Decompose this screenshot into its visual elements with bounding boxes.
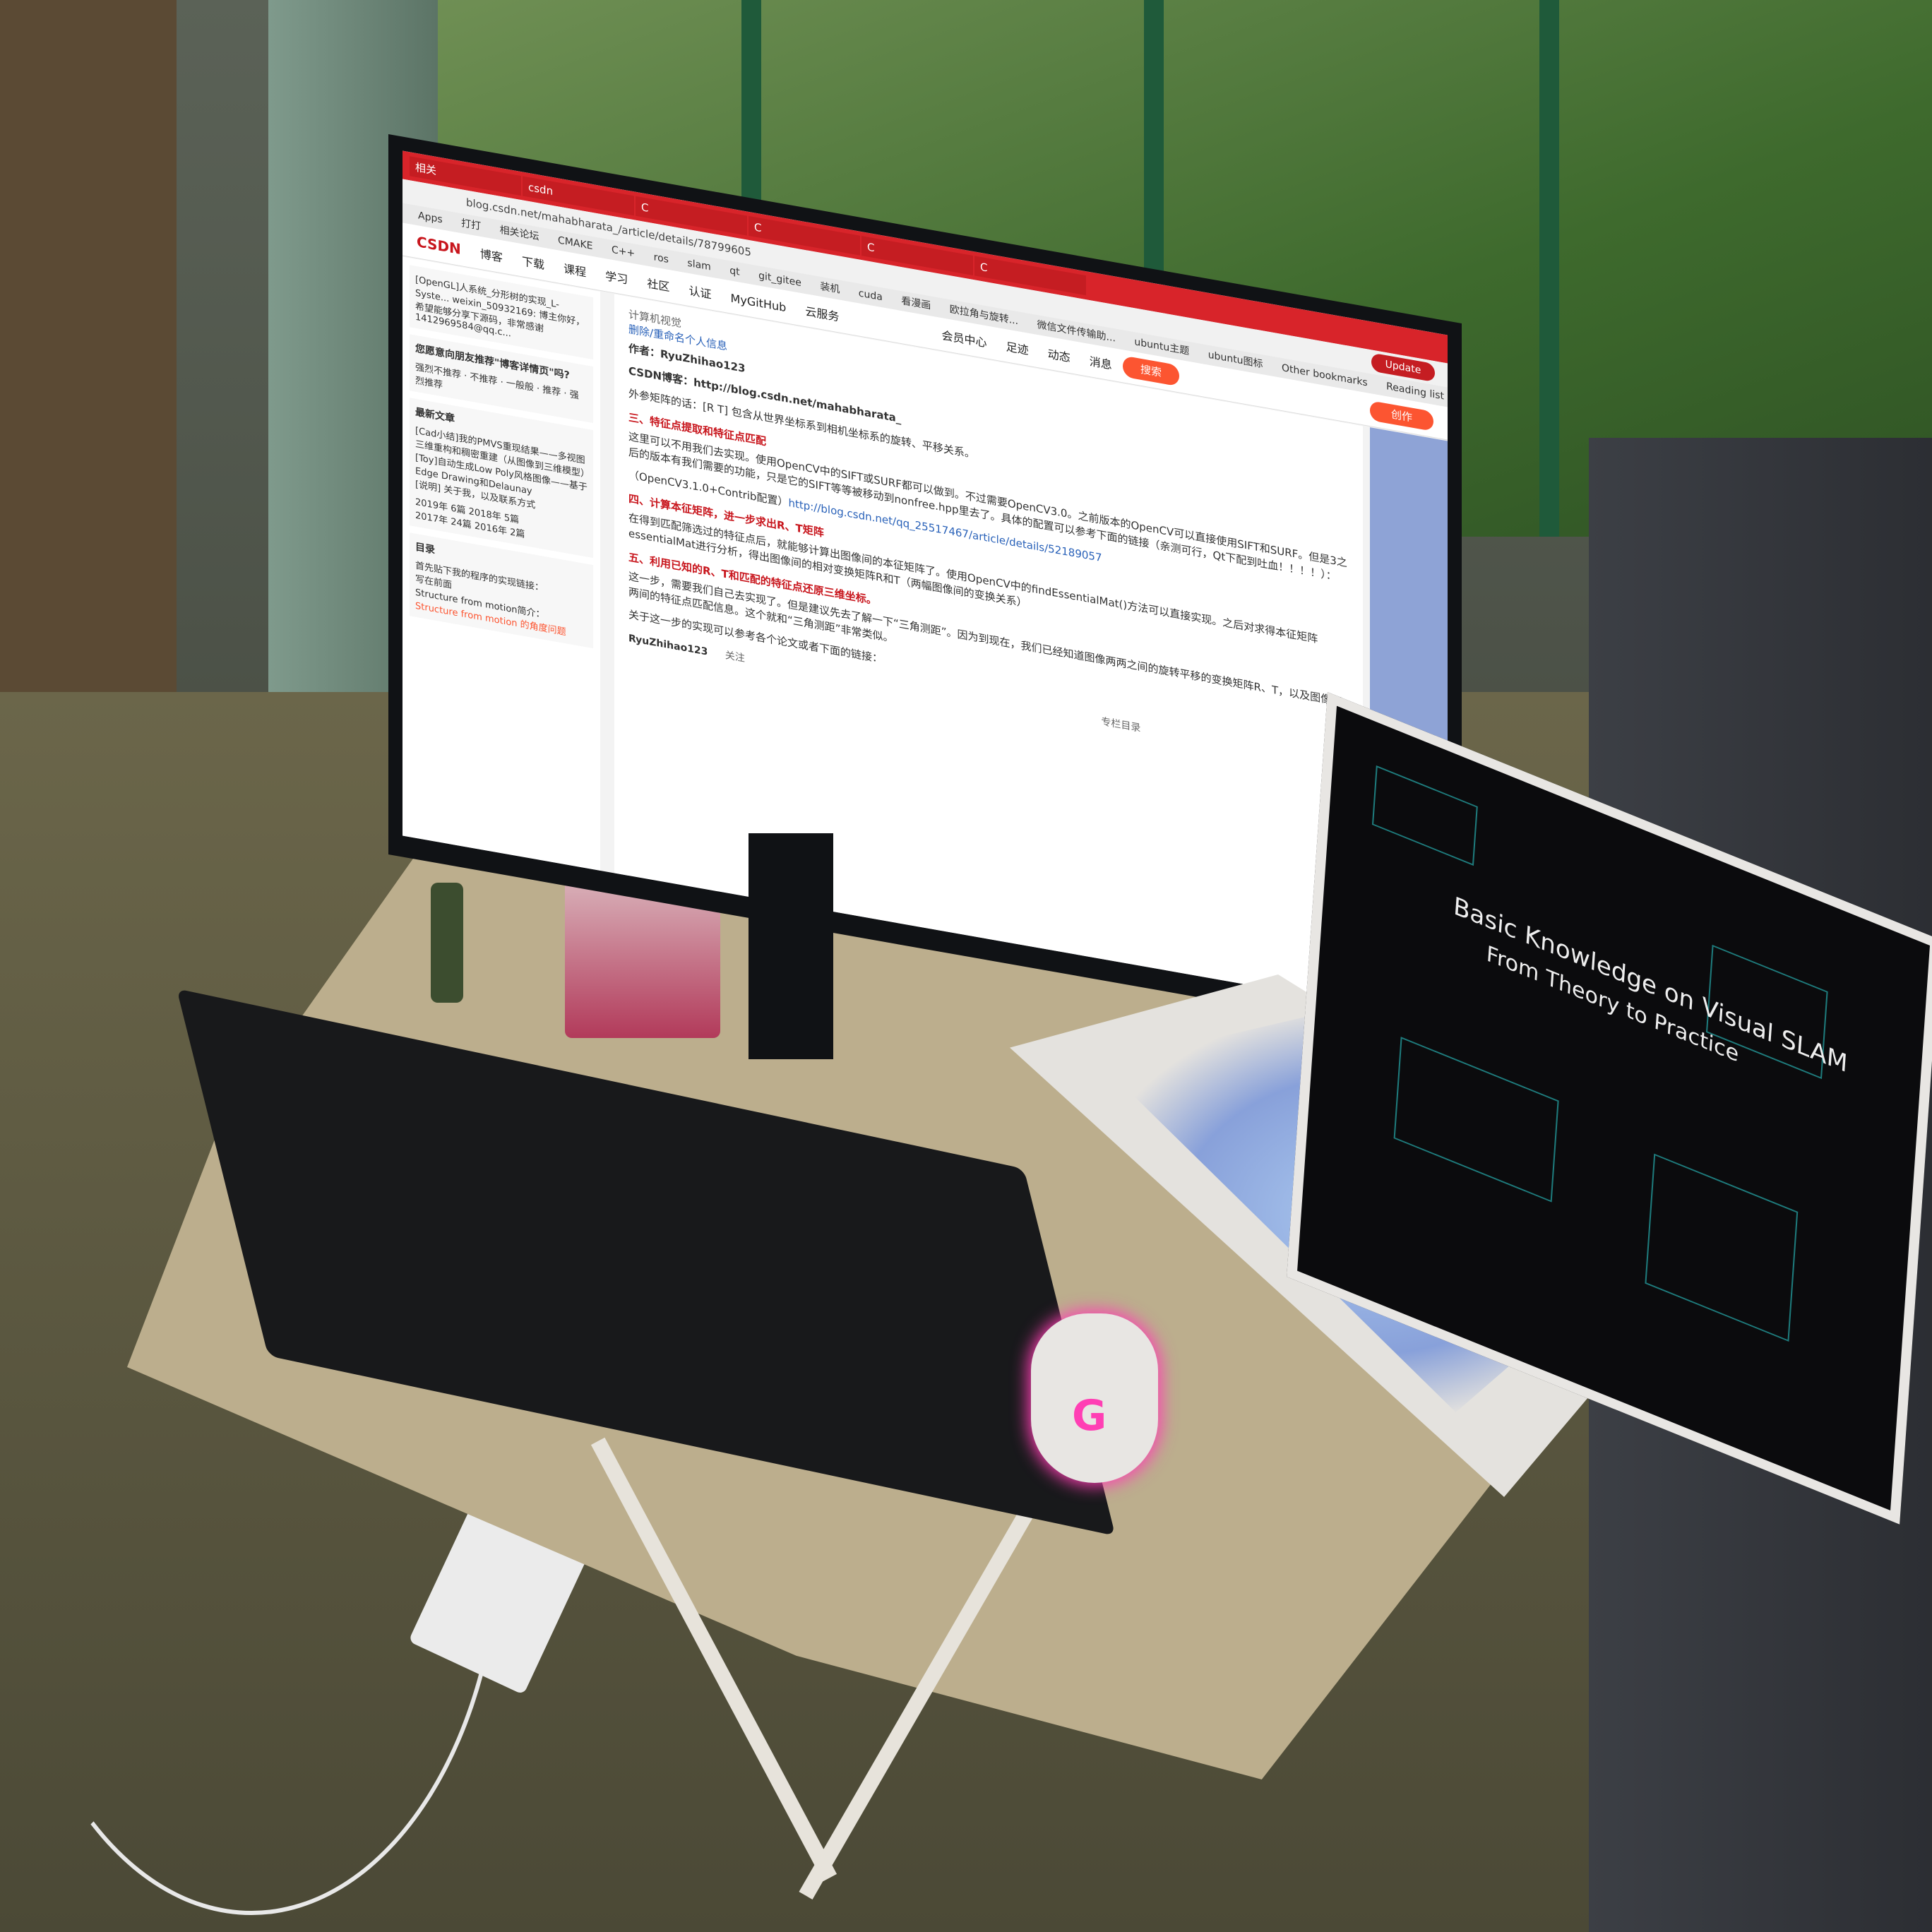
window-frame [1539, 0, 1559, 537]
monitor-stand [749, 833, 833, 1059]
recent-articles: 最新文章 [Cad小结]我的PMVS重现结果——多视图三维重构和稠密重建（从图像… [410, 398, 593, 559]
shelf [0, 0, 177, 692]
logitech-g-icon: G [1072, 1391, 1107, 1441]
follow-button[interactable]: 关注 [725, 650, 745, 664]
user-item[interactable]: 动态 [1048, 338, 1071, 375]
feedback-option[interactable]: 不推荐 [470, 371, 497, 387]
diagram-doodle [1393, 1037, 1559, 1203]
csdn-logo[interactable]: CSDN [417, 225, 461, 266]
user-item[interactable]: 消息 [1090, 345, 1112, 382]
footer-author[interactable]: RyuZhihao123 [628, 633, 708, 658]
feedback-option[interactable]: 推荐 [542, 384, 561, 398]
bottle [431, 883, 463, 1003]
nav-item[interactable]: 下载 [522, 245, 544, 282]
diagram-doodle [1645, 1153, 1799, 1342]
gaming-mouse: G [1031, 1313, 1158, 1483]
sidebar: [OpenGL]人系统_分形树的实现_L-Syste... weixin_509… [402, 256, 600, 871]
nav-item[interactable]: 博客 [480, 238, 503, 275]
user-item[interactable]: 足迹 [1006, 330, 1029, 367]
nav-item[interactable]: 学习 [605, 260, 628, 297]
bookmark[interactable]: qt [729, 261, 739, 282]
nav-item[interactable]: 社区 [647, 268, 669, 304]
nav-item[interactable]: 认证 [688, 275, 711, 311]
bookmark[interactable]: ros [654, 247, 669, 270]
feedback-option[interactable]: 一般般 [506, 378, 534, 393]
nav-item[interactable]: 课程 [564, 253, 586, 290]
diagram-doodle [1371, 765, 1478, 866]
catalog-button[interactable]: 专栏目录 [1101, 716, 1140, 734]
